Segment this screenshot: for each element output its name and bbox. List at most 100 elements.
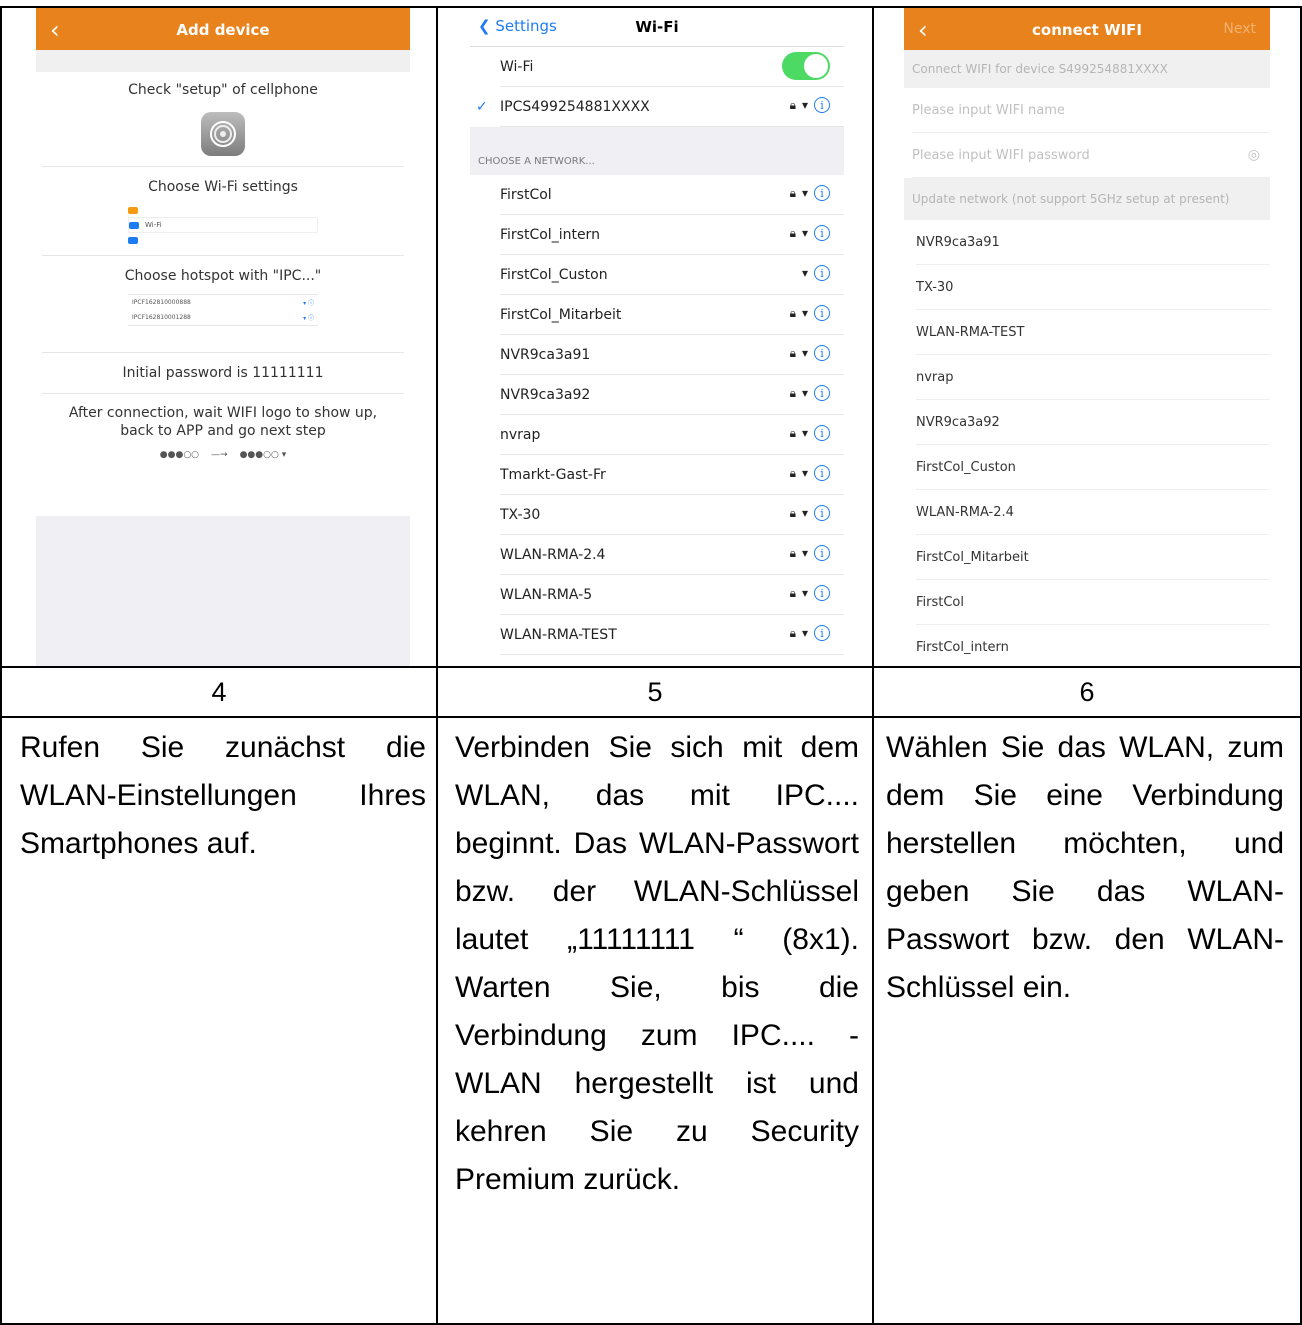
divider	[42, 255, 404, 256]
network-row[interactable]: FirstCol_intern	[916, 625, 1270, 666]
network-list: FirstCol 🔒︎ ▾ i FirstCol_intern 🔒︎ ▾ i FirstCol_…	[470, 175, 844, 655]
wifi-icon	[129, 221, 139, 229]
network-row[interactable]: Tmarkt-Gast-Fr 🔒︎ ▾ i	[500, 455, 844, 495]
info-icon[interactable]: i	[814, 625, 830, 641]
network-row[interactable]: FirstCol	[916, 580, 1270, 625]
wifi-icon: ▾	[801, 186, 808, 200]
initial-password-text: Initial password is 11111111	[122, 365, 324, 381]
network-row[interactable]: WLAN-RMA-TEST 🔒︎ ▾ i	[500, 615, 844, 655]
table-col-divider-1	[436, 6, 438, 1325]
wifi-toggle-row: Wi-Fi	[500, 47, 844, 87]
network-row[interactable]: WLAN-RMA-5 🔒︎ ▾ i	[500, 575, 844, 615]
lock-icon: 🔒︎	[789, 305, 796, 320]
network-name: FirstCol	[500, 186, 552, 203]
lock-icon: 🔒︎	[789, 345, 796, 360]
step-text: Rufen Sie zunächst die WLAN-Einstellunge…	[20, 731, 426, 860]
network-row[interactable]: NVR9ca3a91	[916, 220, 1270, 265]
divider	[42, 352, 404, 353]
info-icon[interactable]: i	[814, 385, 830, 401]
header-strip	[36, 50, 410, 72]
wifi-password-input[interactable]: Please input WIFI password ◎	[912, 133, 1270, 178]
wifi-password-placeholder: Please input WIFI password	[912, 147, 1090, 163]
wifi-icon: ▾	[801, 466, 808, 480]
ios-nav-bar: ❮ Settings Wi-Fi	[470, 8, 844, 47]
info-icon[interactable]: i	[814, 345, 830, 361]
connected-network-row[interactable]: ✓ IPCS499254881XXXX 🔒︎ ▾ i	[476, 87, 844, 127]
lock-icon: 🔒︎	[789, 425, 796, 440]
network-row[interactable]: NVR9ca3a92 🔒︎ ▾ i	[500, 375, 844, 415]
info-icon[interactable]: i	[814, 97, 830, 113]
wifi-icon: ▾	[801, 306, 808, 320]
network-row[interactable]: WLAN-RMA-2.4	[916, 490, 1270, 535]
info-icon[interactable]: i	[814, 585, 830, 601]
info-icon[interactable]: i	[814, 425, 830, 441]
signal-wifi-icon: ●●●○○ ▾	[239, 450, 287, 460]
info-icon[interactable]: i	[814, 545, 830, 561]
wifi-icon: ▾	[801, 426, 808, 440]
wifi-mini-label: Wi-Fi	[145, 221, 162, 229]
lock-icon: 🔒︎	[789, 97, 796, 112]
page-title: Add device	[176, 21, 270, 39]
network-row[interactable]: TX-30	[916, 265, 1270, 310]
network-row[interactable]: WLAN-RMA-2.4 🔒︎ ▾ i	[500, 535, 844, 575]
network-row[interactable]: FirstCol_Mitarbeit 🔒︎ ▾ i	[500, 295, 844, 335]
step-number: 6	[1079, 677, 1095, 707]
lock-icon: 🔒︎	[789, 185, 796, 200]
info-icon[interactable]: i	[814, 225, 830, 241]
table-col-divider-2	[872, 6, 874, 1325]
step-number: 5	[647, 677, 663, 707]
choose-hotspot-text: Choose hotspot with "IPC..."	[124, 268, 322, 284]
step-number: 4	[211, 677, 227, 707]
settings-app-icon	[36, 112, 410, 156]
network-row[interactable]: NVR9ca3a91 🔒︎ ▾ i	[500, 335, 844, 375]
hotspot-name: IPCF162810000888	[132, 299, 191, 306]
network-row[interactable]: WLAN-RMA-TEST	[916, 310, 1270, 355]
info-icon[interactable]: i	[814, 505, 830, 521]
check-setup-text: Check "setup" of cellphone	[128, 82, 318, 98]
hotspot-list: IPCF162810000888 ▾ ⓘ IPCF162810001288 ▾ ⓘ	[128, 294, 318, 326]
update-network-text[interactable]: Update network (not support 5GHz setup a…	[904, 178, 1270, 220]
arrow-right-icon: —→	[211, 450, 228, 460]
network-row[interactable]: FirstCol_Custon	[916, 445, 1270, 490]
wifi-icon: ▾	[801, 506, 808, 520]
network-row[interactable]: nvrap 🔒︎ ▾ i	[500, 415, 844, 455]
info-icon[interactable]: i	[814, 185, 830, 201]
network-row[interactable]: NVR9ca3a92	[916, 400, 1270, 445]
divider	[42, 166, 404, 167]
signal-dots-icon: ●●●○○	[159, 450, 200, 460]
info-icon[interactable]: i	[814, 265, 830, 281]
lock-icon: 🔒︎	[789, 505, 796, 520]
network-row[interactable]: TX-30 🔒︎ ▾ i	[500, 495, 844, 535]
info-icon[interactable]: i	[814, 305, 830, 321]
wifi-icon: ▾	[801, 586, 808, 600]
lock-icon: 🔒︎	[789, 585, 796, 600]
bottom-gray-area	[36, 516, 410, 666]
info-icon[interactable]: i	[814, 465, 830, 481]
network-name: Tmarkt-Gast-Fr	[500, 466, 606, 483]
network-row[interactable]: nvrap	[916, 355, 1270, 400]
network-row[interactable]: FirstCol 🔒︎ ▾ i	[500, 175, 844, 215]
add-device-screenshot: ‹ Add device Check "setup" of cellphone …	[36, 8, 410, 666]
table-border-left	[0, 6, 2, 1325]
divider	[42, 393, 404, 394]
network-name: nvrap	[500, 426, 541, 443]
wifi-name-input[interactable]: Please input WIFI name	[912, 88, 1270, 133]
blue-icon	[128, 236, 138, 244]
choose-wifi-text: Choose Wi-Fi settings	[148, 179, 298, 195]
wifi-icon: ▾	[801, 226, 808, 240]
network-name: FirstCol_intern	[500, 226, 600, 243]
connect-wifi-screenshot: ‹ connect WIFI Next Connect WIFI for dev…	[904, 8, 1270, 666]
lock-icon: 🔒︎	[789, 465, 796, 480]
network-name: WLAN-RMA-TEST	[500, 626, 617, 643]
next-button[interactable]: Next	[1223, 21, 1256, 37]
network-row[interactable]: FirstCol_Custon ▾ i	[500, 255, 844, 295]
hotspot-name: IPCF162810001288	[132, 314, 191, 321]
eye-icon[interactable]: ◎	[1248, 147, 1260, 163]
wifi-toggle[interactable]	[782, 52, 830, 80]
wifi-name-placeholder: Please input WIFI name	[912, 102, 1065, 118]
network-row[interactable]: FirstCol_intern 🔒︎ ▾ i	[500, 215, 844, 255]
network-row[interactable]: FirstCol_Mitarbeit	[916, 535, 1270, 580]
choose-network-section: CHOOSE A NETWORK...	[470, 127, 844, 175]
connected-network-name: IPCS499254881XXXX	[500, 98, 650, 115]
network-name: FirstCol_Mitarbeit	[500, 306, 622, 323]
